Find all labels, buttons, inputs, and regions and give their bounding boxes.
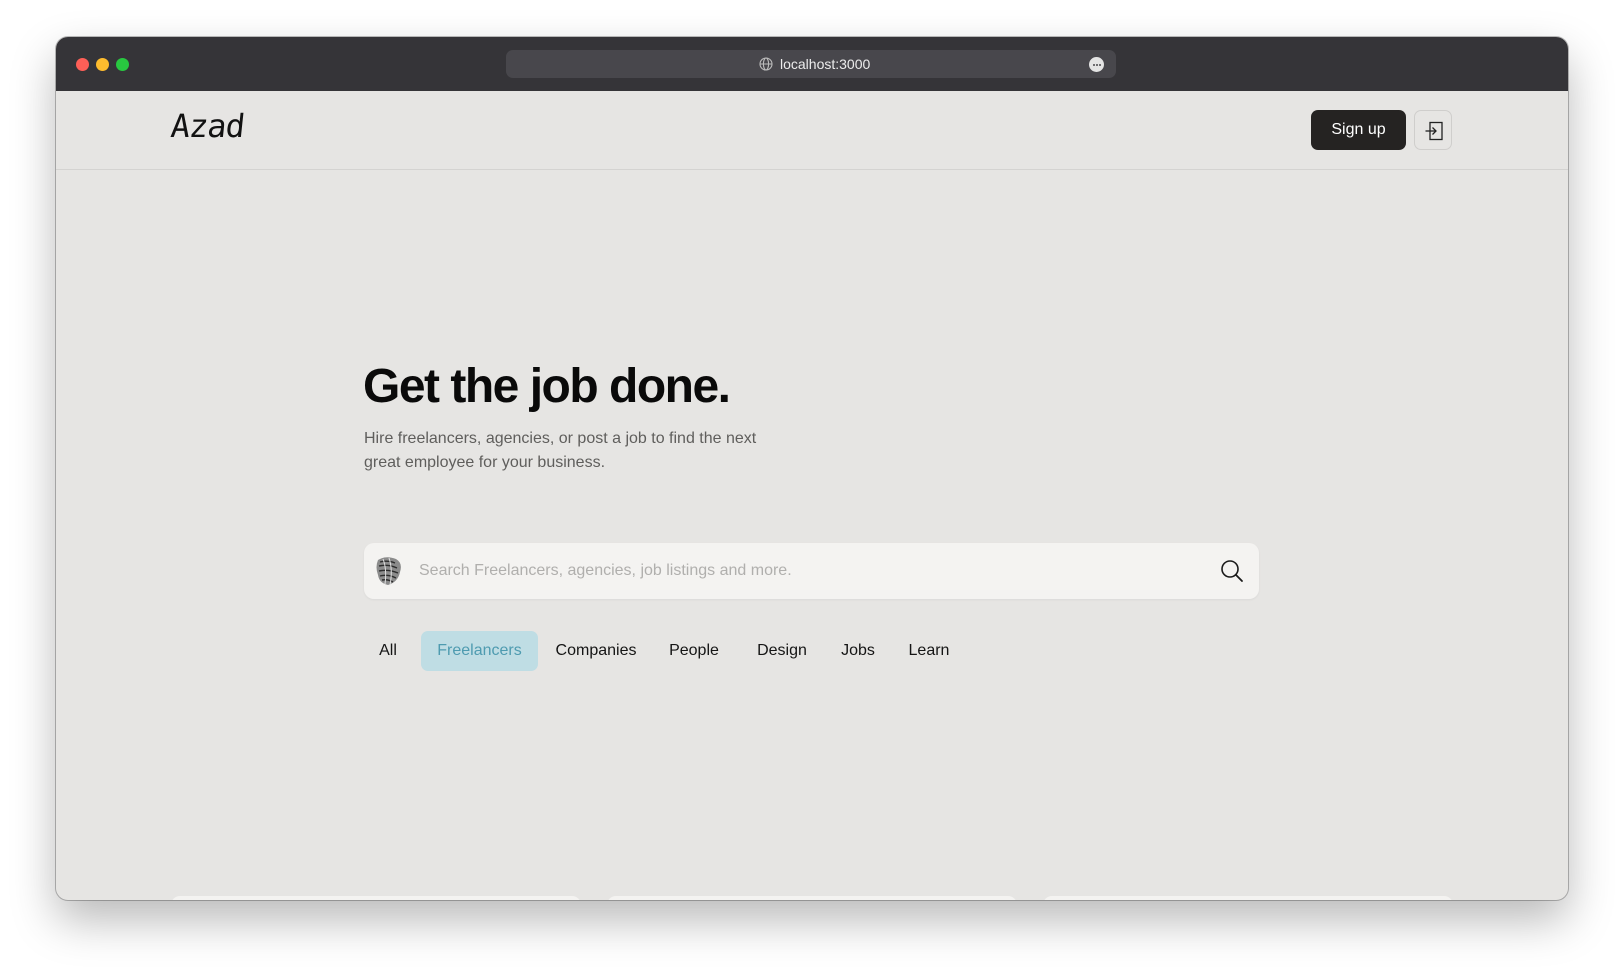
search-icon[interactable]: [1219, 558, 1245, 584]
tab-jobs[interactable]: Jobs: [831, 631, 885, 671]
search-bar: [364, 543, 1259, 599]
freelancer-card[interactable]: [607, 896, 1017, 900]
maximize-window-button[interactable]: [116, 58, 129, 71]
close-window-button[interactable]: [76, 58, 89, 71]
web-page: Azad Sign up Get the job done. Hire free…: [56, 91, 1568, 900]
tab-companies[interactable]: Companies: [546, 631, 646, 671]
hero-title: Get the job done.: [363, 360, 731, 413]
tab-all[interactable]: All: [364, 631, 412, 671]
tab-freelancers[interactable]: Freelancers: [421, 631, 538, 671]
address-bar[interactable]: localhost:3000: [506, 50, 1116, 78]
browser-titlebar: localhost:3000: [56, 37, 1568, 91]
freelancer-card[interactable]: [1043, 896, 1453, 900]
hero-subtitle: Hire freelancers, agencies, or post a jo…: [364, 430, 757, 471]
site-header: Azad Sign up: [56, 91, 1568, 170]
sign-up-button[interactable]: Sign up: [1311, 110, 1406, 150]
tab-learn[interactable]: Learn: [897, 631, 961, 671]
minimize-window-button[interactable]: [96, 58, 109, 71]
search-input[interactable]: [419, 558, 1189, 584]
sign-in-icon: [1425, 121, 1443, 141]
freelancer-card[interactable]: [171, 896, 581, 900]
tab-people[interactable]: People: [656, 631, 732, 671]
site-logo[interactable]: Azad: [169, 107, 246, 145]
tab-design[interactable]: Design: [747, 631, 817, 671]
address-bar-url: localhost:3000: [780, 56, 871, 72]
sign-in-button[interactable]: [1414, 110, 1452, 150]
abstract-shell-logo: [376, 557, 401, 586]
browser-window: localhost:3000 Azad Sign up Get the job …: [56, 37, 1568, 900]
ellipsis-icon[interactable]: [1089, 57, 1104, 72]
globe-icon: [759, 57, 773, 71]
